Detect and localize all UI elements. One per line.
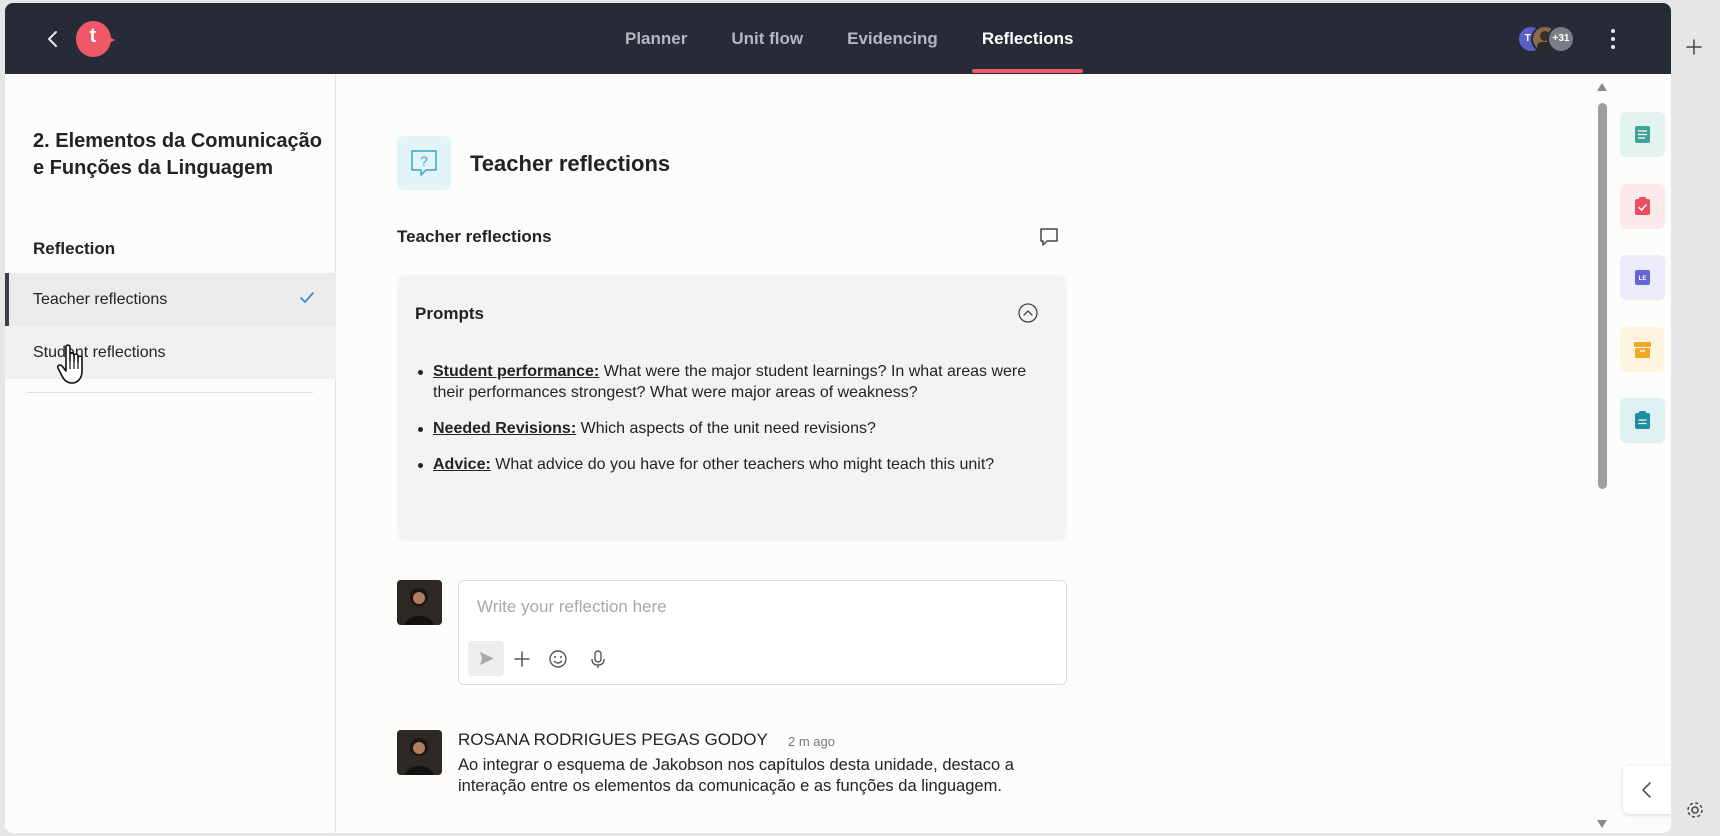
tab-planner[interactable]: Planner — [603, 3, 709, 74]
browser-side-rail — [1671, 0, 1720, 836]
list-item: Needed Revisions: Which aspects of the u… — [415, 418, 1045, 439]
chevron-left-icon — [1642, 782, 1651, 798]
collaborator-avatars[interactable]: TS +31 — [1517, 25, 1581, 55]
le-badge-icon: LE — [1635, 270, 1650, 285]
sidebar-item-label: Student reflections — [33, 344, 166, 361]
reflection-composer — [458, 580, 1067, 685]
scroll-thumb[interactable] — [1598, 103, 1607, 489]
top-navigation-bar: t Planner Unit flow Evidencing Reflectio… — [5, 3, 1671, 74]
section-title: Teacher reflections — [397, 227, 552, 246]
prompt-heading: Student performance: — [433, 363, 600, 380]
sidebar-item-teacher-reflections[interactable]: Teacher reflections — [5, 273, 336, 326]
vertical-dots-icon — [1611, 29, 1615, 49]
send-arrow-icon — [480, 652, 494, 665]
logo-letter: t — [89, 25, 97, 47]
rail-button-archive-box[interactable] — [1620, 327, 1665, 372]
rail-button-clipboard-list[interactable] — [1620, 398, 1665, 443]
rail-button-le-badge[interactable]: LE — [1620, 255, 1665, 300]
right-tool-rail: LE — [1610, 74, 1671, 833]
rail-button-list-document[interactable] — [1620, 112, 1665, 157]
person-photo-icon — [397, 730, 442, 775]
comment-text: Ao integrar o esquema de Jakobson nos ca… — [458, 756, 1014, 795]
list-item: Student performance: What were the major… — [415, 361, 1045, 403]
prompt-text: What advice do you have for other teache… — [490, 456, 995, 473]
unit-title: 2. Elementos da Comunicação e Funções da… — [33, 130, 322, 179]
main-tabs: Planner Unit flow Evidencing Reflections — [603, 3, 1095, 74]
comment-button[interactable] — [1038, 226, 1060, 248]
sidebar-item-label: Teacher reflections — [33, 291, 168, 308]
list-item: Advice: What advice do you have for othe… — [415, 454, 1045, 475]
sidebar-section-label: Reflection — [33, 239, 116, 258]
clipboard-list-icon — [1635, 411, 1650, 429]
microphone-icon — [591, 650, 605, 668]
checkmark-icon — [300, 292, 314, 303]
app-logo[interactable]: t — [75, 20, 115, 60]
page-title: Teacher reflections — [470, 151, 671, 176]
person-photo-icon — [397, 580, 442, 625]
tab-evidencing[interactable]: Evidencing — [825, 3, 960, 74]
clipboard-check-icon — [1635, 197, 1650, 215]
voice-record-button[interactable] — [587, 648, 609, 670]
avatar — [397, 580, 442, 625]
chevron-left-icon — [48, 31, 57, 47]
prompt-list: Student performance: What were the major… — [415, 361, 1045, 490]
collapse-rail-button[interactable] — [1623, 766, 1671, 814]
gear-icon[interactable] — [1685, 800, 1705, 820]
prompt-text: Which aspects of the unit need revisions… — [576, 420, 876, 437]
archive-box-icon — [1634, 342, 1651, 358]
smiley-icon — [549, 650, 567, 668]
scroll-up-arrow-icon[interactable] — [1597, 83, 1607, 91]
prompt-heading: Advice: — [433, 456, 491, 473]
rail-button-clipboard-check[interactable] — [1620, 184, 1665, 229]
svg-text:LE: LE — [1639, 276, 1647, 282]
comment-author: ROSANA RODRIGUES PEGAS GODOY — [458, 730, 768, 749]
svg-text:?: ? — [420, 153, 428, 169]
hand-pointer-cursor-icon — [57, 344, 83, 384]
back-button[interactable] — [41, 27, 65, 51]
plus-icon — [514, 651, 530, 667]
main-scrollbar[interactable] — [1595, 83, 1609, 833]
reflection-sidebar: 2. Elementos da Comunicação e Funções da… — [5, 74, 336, 833]
reflection-input[interactable] — [477, 597, 1047, 617]
app-window: t Planner Unit flow Evidencing Reflectio… — [5, 3, 1671, 833]
chevron-up-circle-icon — [1018, 303, 1038, 323]
question-bubble-icon: ? — [397, 136, 451, 190]
prompts-panel: Prompts Student performance: What were t… — [397, 275, 1067, 541]
sidebar-divider — [27, 392, 313, 393]
more-options-button[interactable] — [1603, 25, 1623, 53]
main-content: ? Teacher reflections Teacher reflection… — [336, 74, 1596, 833]
list-document-icon — [1635, 126, 1650, 143]
scroll-down-arrow-icon[interactable] — [1597, 820, 1607, 828]
send-button[interactable] — [468, 641, 504, 676]
comment-timestamp: 2 m ago — [788, 734, 835, 749]
avatar — [397, 730, 442, 775]
speech-bubble-icon — [1040, 228, 1058, 246]
collapse-prompts-button[interactable] — [1017, 302, 1039, 324]
emoji-button[interactable] — [547, 648, 569, 670]
avatar-overflow-count: +31 — [1547, 25, 1575, 53]
plus-icon[interactable] — [1685, 38, 1703, 56]
prompt-heading: Needed Revisions: — [433, 420, 577, 437]
tab-reflections[interactable]: Reflections — [960, 3, 1096, 74]
prompts-title: Prompts — [415, 304, 484, 323]
sidebar-item-student-reflections[interactable]: Student reflections — [5, 326, 336, 379]
tab-unit-flow[interactable]: Unit flow — [709, 3, 825, 74]
add-attachment-button[interactable] — [511, 648, 533, 670]
